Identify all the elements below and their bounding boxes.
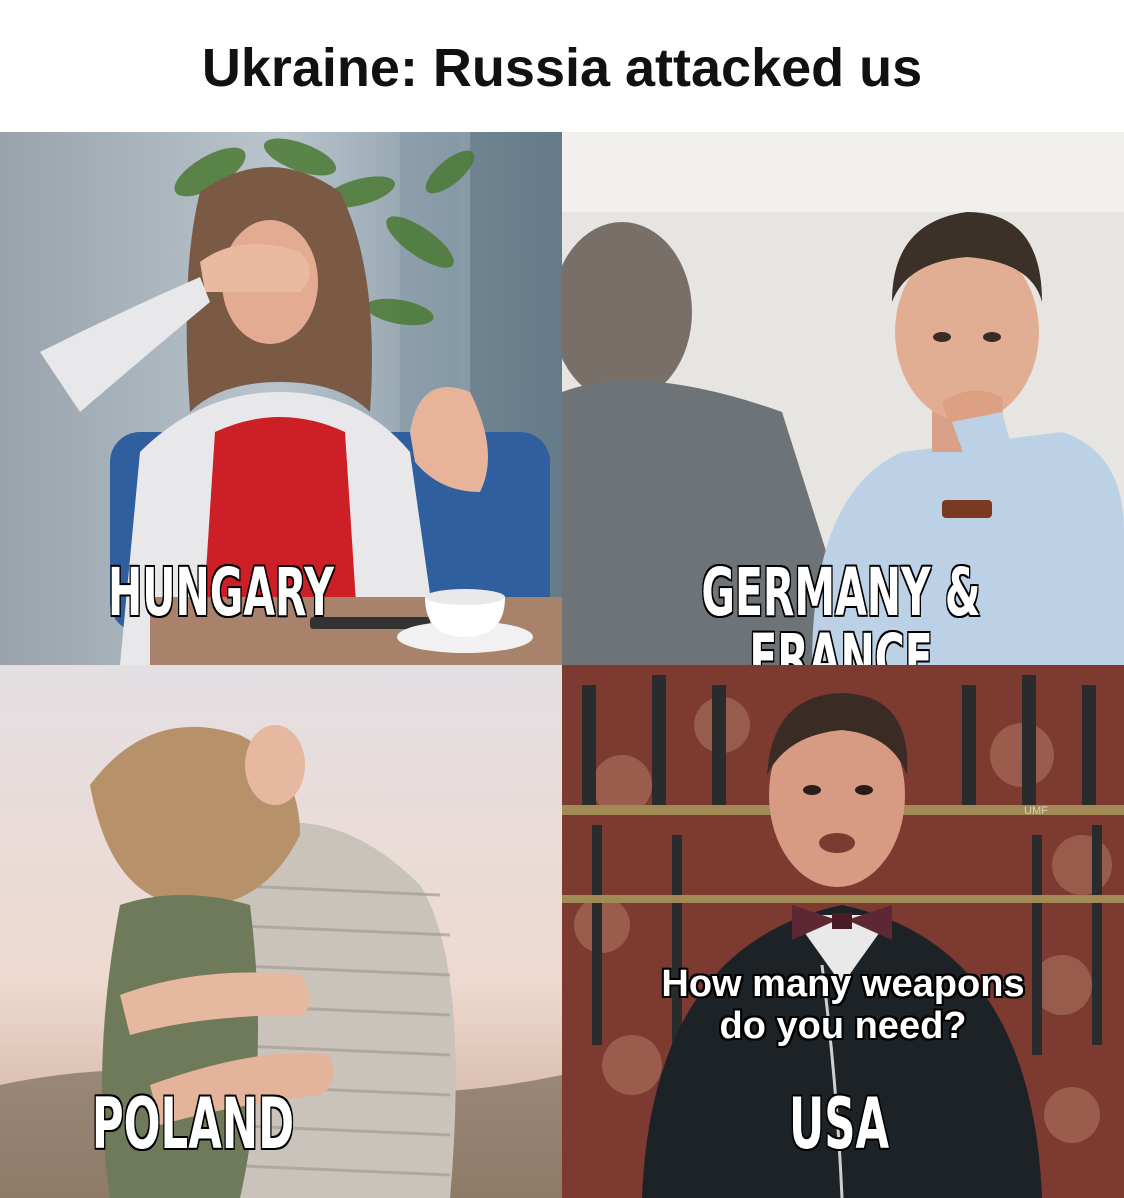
caption-hungary: HUNGARY (107, 554, 335, 631)
watermark: UMF (1024, 805, 1048, 817)
speech-quote: How many weapons do you need? (661, 963, 1025, 1047)
caption-poland: POLAND (91, 1083, 295, 1165)
meme-title-bar: Ukraine: Russia attacked us (0, 0, 1124, 132)
panel-germany-france: GERMANY & FRANCE (562, 132, 1124, 665)
caption-usa: USA (788, 1083, 890, 1165)
panel-poland: POLAND (0, 665, 562, 1198)
meme-title: Ukraine: Russia attacked us (201, 38, 923, 98)
caption-germany-france: GERMANY & FRANCE (700, 554, 981, 665)
panel-hungary: HUNGARY (0, 132, 562, 665)
panel-usa: UMF How many weapons do you need? USA (562, 665, 1124, 1198)
